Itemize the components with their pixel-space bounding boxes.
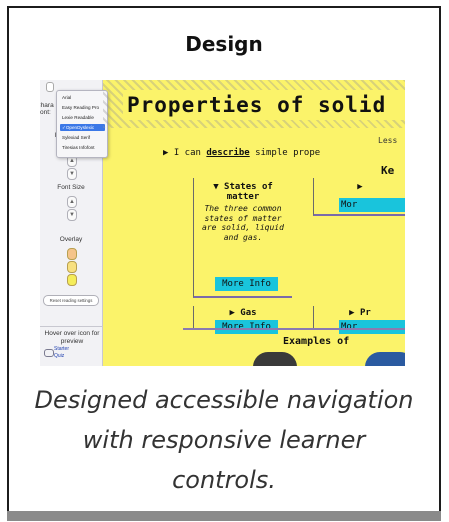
font-option-tiresias-infofont[interactable]: Tiresias Infofont (60, 144, 105, 151)
overlay-yellow-swatch[interactable] (67, 261, 77, 273)
states-more-info-button[interactable]: More Info (215, 277, 278, 291)
gas-heading: ▶ Gas (229, 308, 257, 318)
panel-divider (40, 326, 102, 327)
font-option-arial[interactable]: Arial (60, 94, 105, 101)
quiz-link[interactable]: Quiz (54, 353, 64, 359)
reset-reading-settings-button[interactable]: Reset reading settings (43, 295, 99, 306)
font-option-lexie-readable[interactable]: Lexie Readable (60, 114, 105, 121)
card-border-bottom (7, 511, 441, 521)
caption-line-3: controls. (172, 466, 276, 494)
font-option-easy-reading-pro[interactable]: Easy Reading Pro (60, 104, 105, 111)
screenshot: Chara Font: Readability Settings ▲ ▼ Fon… (40, 80, 405, 366)
card-border-left (7, 6, 9, 518)
objective-keyword: describe (206, 148, 250, 158)
states-description: The three common states of matter are so… (202, 204, 284, 242)
spacing-down-stepper[interactable]: ▼ (67, 168, 77, 180)
lesson-page: Properties of solid Less ▶ I can describ… (103, 80, 405, 366)
font-size-label: Font Size (57, 184, 85, 191)
card-title: Design (185, 32, 263, 56)
font-size-up-stepper[interactable]: ▲ (67, 196, 77, 208)
bottom-right-more-info-button[interactable]: Mor (339, 320, 405, 334)
objective-rest: simple prope (255, 148, 321, 158)
objective-prefix: ▶ I can (163, 148, 201, 158)
caption-line-1: Designed accessible navigation (34, 386, 414, 414)
example-image-2[interactable] (365, 352, 405, 366)
font-option-opendyslexic-selected[interactable]: ✓OpenDyslexic (60, 124, 105, 131)
page-title: Properties of solid (123, 90, 405, 120)
font-dropdown[interactable]: Arial Easy Reading Pro Lexie Readable ✓O… (56, 90, 108, 158)
caption-line-2: with responsive learner (82, 426, 366, 454)
card-caption: Designed accessible navigation with resp… (16, 380, 432, 500)
overlay-orange-swatch[interactable] (67, 248, 77, 260)
selected-font-label: OpenDyslexic (65, 125, 95, 130)
gas-more-info-button[interactable]: More Info (215, 320, 278, 334)
overlay-label: Overlay (59, 236, 83, 243)
learning-objective: ▶ I can describe simple prope (163, 148, 320, 158)
key-box-bottom-heading: ▶ Pr (349, 308, 371, 318)
top-right-more-info-button[interactable]: Mor (339, 198, 405, 212)
panel-search-icon[interactable] (46, 82, 54, 92)
font-size-down-stepper[interactable]: ▼ (67, 209, 77, 221)
hover-hint: Hover over icon for preview (44, 330, 100, 345)
states-heading: ▼ States of matter (213, 182, 273, 202)
key-label: Ke (381, 164, 395, 177)
card-border-top (7, 6, 441, 8)
overlay-lemon-swatch[interactable] (67, 274, 77, 286)
examples-heading: Examples of (283, 336, 350, 347)
example-image-1[interactable] (253, 352, 297, 366)
font-option-sylexiad-serif[interactable]: Sylexiad Serif (60, 134, 105, 141)
key-box-top-heading: ▶ (357, 182, 363, 192)
chat-icon (44, 349, 54, 357)
starter-link[interactable]: Starter (54, 346, 69, 352)
lesson-label: Less (378, 136, 398, 145)
section-divider (183, 328, 405, 330)
font-label: Font: (40, 109, 51, 116)
card-border-right (439, 6, 441, 518)
